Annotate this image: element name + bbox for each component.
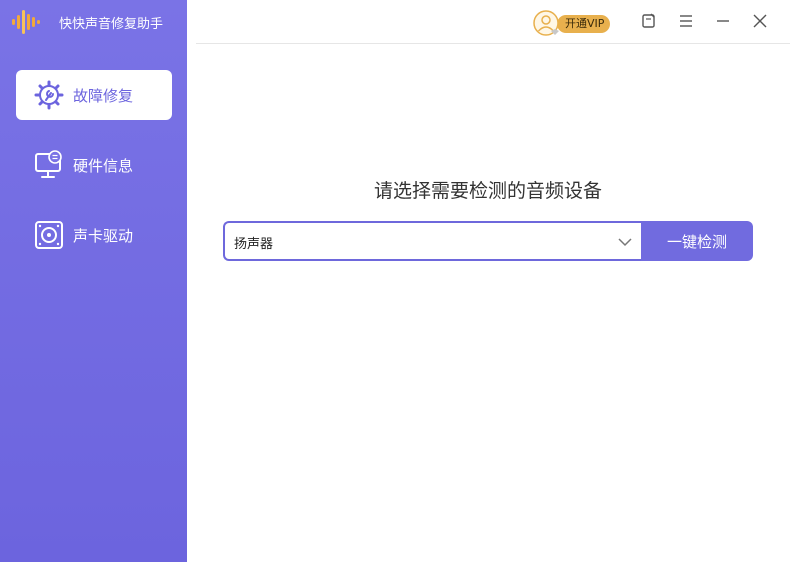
chevron-down-icon (618, 238, 632, 247)
device-select[interactable]: 扬声器 (223, 221, 643, 261)
vip-button[interactable]: 开通VIP (533, 10, 611, 38)
device-select-value: 扬声器 (234, 237, 274, 252)
gear-wrench-icon (34, 80, 64, 110)
minimize-icon[interactable] (712, 10, 734, 32)
speaker-card-icon (35, 221, 63, 249)
feedback-icon[interactable] (638, 10, 660, 32)
sidebar-item-label: 声卡驱动 (73, 226, 134, 245)
one-click-detect-button[interactable]: 一键检测 (641, 221, 753, 261)
sidebar-item-label: 故障修复 (73, 86, 134, 105)
app-window: 快快声音修复助手 故障修复 硬件信息 声卡驱动 开通VIP 请选择需要检测的音频… (0, 0, 790, 562)
title-bar: 开通VIP (196, 0, 790, 44)
sidebar-item-label: 硬件信息 (73, 156, 134, 175)
sidebar-item-sound-card-driver[interactable]: 声卡驱动 (16, 210, 172, 260)
brand: 快快声音修复助手 (12, 10, 163, 34)
page-headline: 请选择需要检测的音频设备 (373, 180, 602, 202)
monitor-info-icon (35, 150, 62, 178)
sidebar: 快快声音修复助手 故障修复 硬件信息 声卡驱动 (0, 0, 187, 562)
menu-icon[interactable] (675, 10, 697, 32)
sound-wave-logo-icon (12, 10, 40, 34)
close-icon[interactable] (749, 10, 771, 32)
user-avatar-icon (533, 10, 559, 36)
vip-label: 开通VIP (557, 15, 611, 33)
app-title: 快快声音修复助手 (59, 16, 164, 32)
sidebar-item-hardware-info[interactable]: 硬件信息 (16, 140, 172, 190)
sidebar-item-fault-repair[interactable]: 故障修复 (16, 70, 172, 120)
